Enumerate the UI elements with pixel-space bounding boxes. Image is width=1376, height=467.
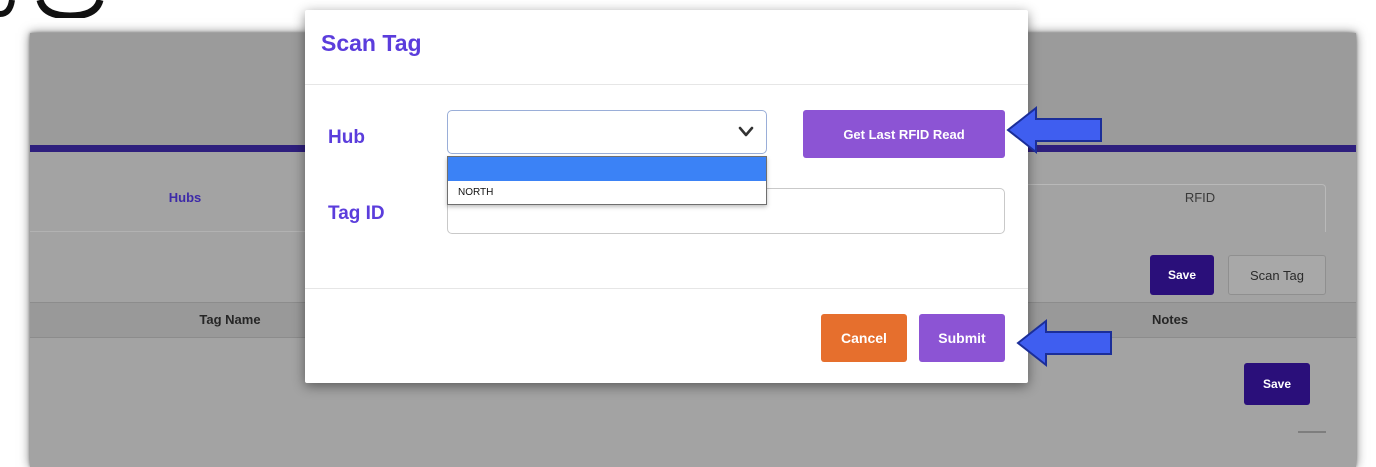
- tab-underline: [30, 231, 310, 232]
- hub-option-north[interactable]: NORTH: [458, 187, 493, 198]
- chevron-down-icon: [738, 126, 754, 137]
- hub-select[interactable]: [447, 110, 767, 154]
- submit-button[interactable]: Submit: [919, 314, 1005, 362]
- scan-tag-modal: Scan Tag Hub Get Last RFID Read Tag ID N…: [305, 10, 1028, 383]
- decorative-glyph: [0, 0, 104, 18]
- tab-rfid[interactable]: RFID: [1100, 190, 1300, 205]
- arrow-left-icon: [1006, 105, 1102, 155]
- modal-header-divider: [305, 84, 1028, 85]
- row-divider: [1298, 431, 1326, 433]
- save-button[interactable]: Save: [1150, 255, 1214, 295]
- hub-option-blank[interactable]: [448, 157, 766, 181]
- arrow-left-icon: [1016, 318, 1112, 368]
- get-last-rfid-read-button[interactable]: Get Last RFID Read: [803, 110, 1005, 158]
- tag-id-label: Tag ID: [328, 203, 385, 224]
- column-header-tag-name: Tag Name: [199, 312, 261, 327]
- hub-label: Hub: [328, 127, 365, 148]
- modal-title: Scan Tag: [321, 30, 422, 56]
- hub-dropdown-list: NORTH: [447, 156, 767, 205]
- screenshot-stage: Hubs RFID Save Scan Tag Tag Name Notes S…: [0, 0, 1376, 467]
- scan-tag-button[interactable]: Scan Tag: [1228, 255, 1326, 295]
- column-header-notes: Notes: [1151, 312, 1189, 327]
- cancel-button[interactable]: Cancel: [821, 314, 907, 362]
- tab-hubs[interactable]: Hubs: [90, 190, 280, 205]
- modal-footer-divider: [305, 288, 1028, 289]
- row-save-button[interactable]: Save: [1244, 363, 1310, 405]
